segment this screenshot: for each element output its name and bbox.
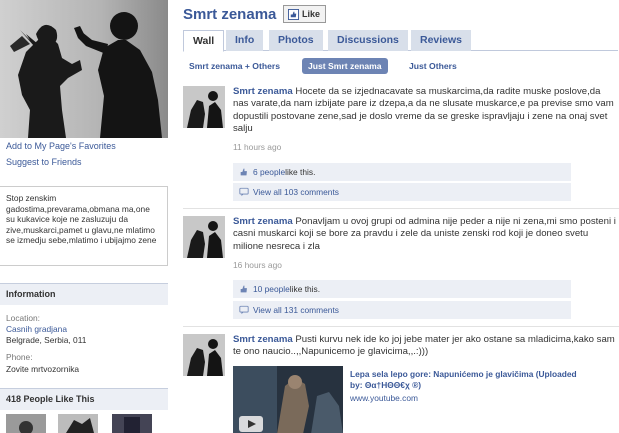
filter-just-others[interactable]: Just Others bbox=[403, 58, 463, 74]
page-tabs: Wall Info Photos Discussions Reviews bbox=[183, 30, 618, 52]
thumbs-up-icon bbox=[240, 285, 247, 293]
post-text: Smrt zenama Pusti kurvu nek ide ko joj j… bbox=[233, 334, 617, 359]
likes-suffix: like this. bbox=[285, 167, 316, 177]
comments-bar: View all 103 comments bbox=[233, 183, 571, 201]
fan-thumbnail[interactable] bbox=[112, 414, 152, 433]
tab-wall[interactable]: Wall bbox=[183, 30, 225, 52]
location-link[interactable]: Casnih gradjana bbox=[6, 324, 67, 334]
filter-page-and-others[interactable]: Smrt zenama + Others bbox=[183, 58, 286, 74]
view-all-comments-link[interactable]: View all 131 comments bbox=[253, 305, 339, 315]
wall-post: Smrt zenama Ponavljam u ovoj grupi od ad… bbox=[183, 216, 619, 326]
fan-thumbnail[interactable] bbox=[58, 414, 98, 433]
tab-discussions[interactable]: Discussions bbox=[328, 30, 408, 51]
add-to-favorites-link[interactable]: Add to My Page's Favorites bbox=[6, 141, 116, 151]
tab-info[interactable]: Info bbox=[226, 30, 264, 51]
avatar[interactable] bbox=[183, 86, 225, 128]
post-author-link[interactable]: Smrt zenama bbox=[233, 334, 293, 345]
tab-reviews[interactable]: Reviews bbox=[411, 30, 472, 51]
phone-label: Phone: bbox=[6, 352, 33, 362]
post-text: Smrt zenama Ponavljam u ovoj grupi od ad… bbox=[233, 216, 617, 253]
information-heading: Information bbox=[0, 283, 168, 305]
likes-bar: 10 people like this. bbox=[233, 280, 571, 298]
video-source-link[interactable]: www.youtube.com bbox=[350, 393, 418, 403]
left-sidebar: Add to My Page's Favorites Suggest to Fr… bbox=[0, 0, 168, 433]
comment-icon bbox=[239, 305, 249, 315]
phone-text: Zovite mrtvozornika bbox=[6, 364, 80, 374]
tab-photos[interactable]: Photos bbox=[269, 30, 323, 51]
divider bbox=[183, 208, 619, 209]
thumbs-up-icon bbox=[240, 168, 247, 176]
like-page-button[interactable]: Like bbox=[283, 5, 327, 23]
likes-bar: 6 people like this. bbox=[233, 163, 571, 181]
likes-suffix: like this. bbox=[289, 284, 321, 294]
people-like-heading: 418 People Like This bbox=[0, 388, 168, 410]
location-label: Location: bbox=[6, 313, 40, 323]
comments-bar: View all 131 comments bbox=[233, 301, 571, 319]
video-thumbnail[interactable] bbox=[233, 366, 343, 433]
avatar[interactable] bbox=[183, 216, 225, 258]
post-author-link[interactable]: Smrt zenama bbox=[233, 216, 293, 227]
likes-count-link[interactable]: 10 people bbox=[253, 284, 290, 294]
likes-count-link[interactable]: 6 people bbox=[253, 167, 285, 177]
comment-icon bbox=[239, 187, 249, 197]
location-text: Belgrade, Serbia, 011 bbox=[6, 335, 87, 345]
fan-thumbnail[interactable] bbox=[6, 414, 46, 433]
post-text: Smrt zenama Hocete da se izjednacavate s… bbox=[233, 86, 617, 135]
silhouette-image bbox=[0, 0, 168, 138]
page-title[interactable]: Smrt zenama bbox=[183, 6, 276, 23]
post-author-link[interactable]: Smrt zenama bbox=[233, 86, 293, 97]
post-timestamp[interactable]: 11 hours ago bbox=[233, 142, 281, 152]
wall-post: Smrt zenama Hocete da se izjednacavate s… bbox=[183, 86, 619, 206]
profile-picture[interactable] bbox=[0, 0, 168, 138]
page-bio: Stop zenskim gadostima,prevarama,obmana … bbox=[0, 186, 168, 266]
filter-just-page[interactable]: Just Smrt zenama bbox=[302, 58, 388, 74]
divider bbox=[183, 326, 619, 327]
view-all-comments-link[interactable]: View all 103 comments bbox=[253, 187, 339, 197]
like-button-label: Like bbox=[302, 9, 321, 19]
wall-post: Smrt zenama Pusti kurvu nek ide ko joj j… bbox=[183, 334, 619, 433]
video-title-link[interactable]: Lepa sela lepo gore: Napunićemo je glavi… bbox=[350, 369, 590, 390]
suggest-to-friends-link[interactable]: Suggest to Friends bbox=[6, 157, 82, 167]
play-icon[interactable] bbox=[239, 416, 263, 432]
post-timestamp[interactable]: 16 hours ago bbox=[233, 260, 282, 270]
thumbs-up-icon bbox=[288, 8, 299, 20]
avatar[interactable] bbox=[183, 334, 225, 376]
